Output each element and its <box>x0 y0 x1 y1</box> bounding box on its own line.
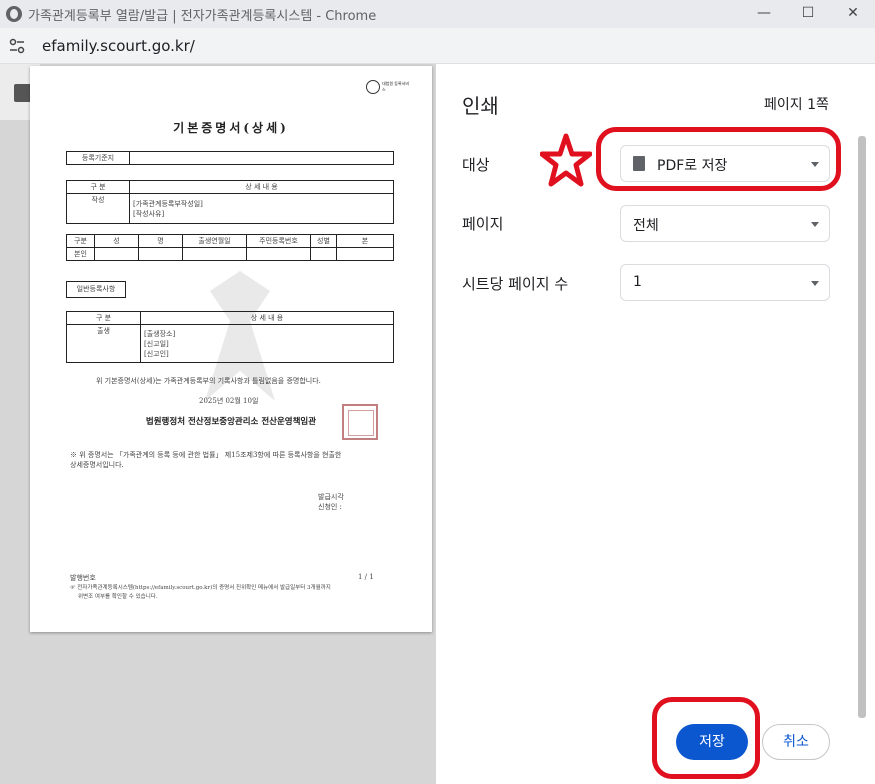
dropdown-caret-icon <box>811 281 819 286</box>
save-highlight <box>652 697 760 779</box>
site-settings-icon[interactable] <box>8 37 26 55</box>
preview-page: 대법원 등록서비스 기본증명서(상세) 등록기준지 구 분상 세 내 용 작성 … <box>30 66 432 632</box>
certification-sentence: 위 기본증명서(상세)는 가족관계등록부의 기록사항과 틀림없음을 증명합니다. <box>96 377 321 385</box>
issue-time-label: 발급시각 <box>318 493 344 501</box>
note-line-2: 상세증명서입니다. <box>70 461 124 469</box>
pages-label: 페이지 <box>462 215 504 233</box>
person-table: 구분 성 명 출생연월일 주민등록번호 성별 본 본인 <box>66 234 394 261</box>
footer-line-1: ☞ 전자가족관계등록시스템(https://efamily.scourt.go.… <box>70 585 331 591</box>
logo-emblem-icon <box>366 80 380 94</box>
print-preview-area: 대법원 등록서비스 기본증명서(상세) 등록기준지 구 분상 세 내 용 작성 … <box>0 64 436 784</box>
destination-label: 대상 <box>462 156 490 174</box>
globe-icon <box>6 6 22 22</box>
general-items-label: 일반등록사항 <box>66 281 126 298</box>
settings-scrollbar[interactable] <box>858 136 866 718</box>
document-title: 기본증명서(상세) <box>173 121 289 135</box>
note-line-1: ※ 위 증명서는 「가족관계의 등록 등에 관한 법률」 제15조제3항에 따른… <box>70 451 342 459</box>
print-title: 인쇄 <box>462 94 499 118</box>
issue-date: 2025년 02월 10일 <box>199 397 259 405</box>
applicant-label: 신청인 : <box>318 503 342 511</box>
writing-table: 구 분상 세 내 용 작성 [가족관계등록부작성일] [작성사유] <box>66 180 394 224</box>
court-logo: 대법원 등록서비스 <box>366 80 412 98</box>
pages-per-sheet-label: 시트당 페이지 수 <box>462 275 569 293</box>
window-title: 가족관계등록부 열람/발급 | 전자가족관계등록시스템 - Chrome <box>28 9 377 24</box>
star-icon <box>540 133 592 187</box>
maximize-button[interactable]: ☐ <box>785 0 831 28</box>
url-text[interactable]: efamily.scourt.go.kr/ <box>42 37 195 55</box>
official-seal <box>342 404 378 440</box>
title-bar: 가족관계등록부 열람/발급 | 전자가족관계등록시스템 - Chrome — ☐… <box>0 0 875 28</box>
close-button[interactable]: ✕ <box>830 0 875 28</box>
pages-per-sheet-select[interactable]: 1 <box>620 264 830 301</box>
address-bar: efamily.scourt.go.kr/ <box>0 28 875 64</box>
issue-number-label: 발행번호 <box>70 574 96 582</box>
dropdown-caret-icon <box>811 222 819 227</box>
minimize-button[interactable]: — <box>741 0 787 28</box>
birth-table: 구 분상 세 내 용 출생 [출생장소] [신고일] [신고인] <box>66 311 394 363</box>
registration-base-table: 등록기준지 <box>66 151 394 165</box>
document-page-number: 1 / 1 <box>358 573 374 581</box>
footer-line-2: 위변조 여부를 확인할 수 있습니다. <box>78 594 158 600</box>
page-count: 페이지 1쪽 <box>764 97 829 113</box>
cancel-button[interactable]: 취소 <box>762 724 830 760</box>
pages-select[interactable]: 전체 <box>620 205 830 242</box>
destination-highlight <box>596 127 841 191</box>
